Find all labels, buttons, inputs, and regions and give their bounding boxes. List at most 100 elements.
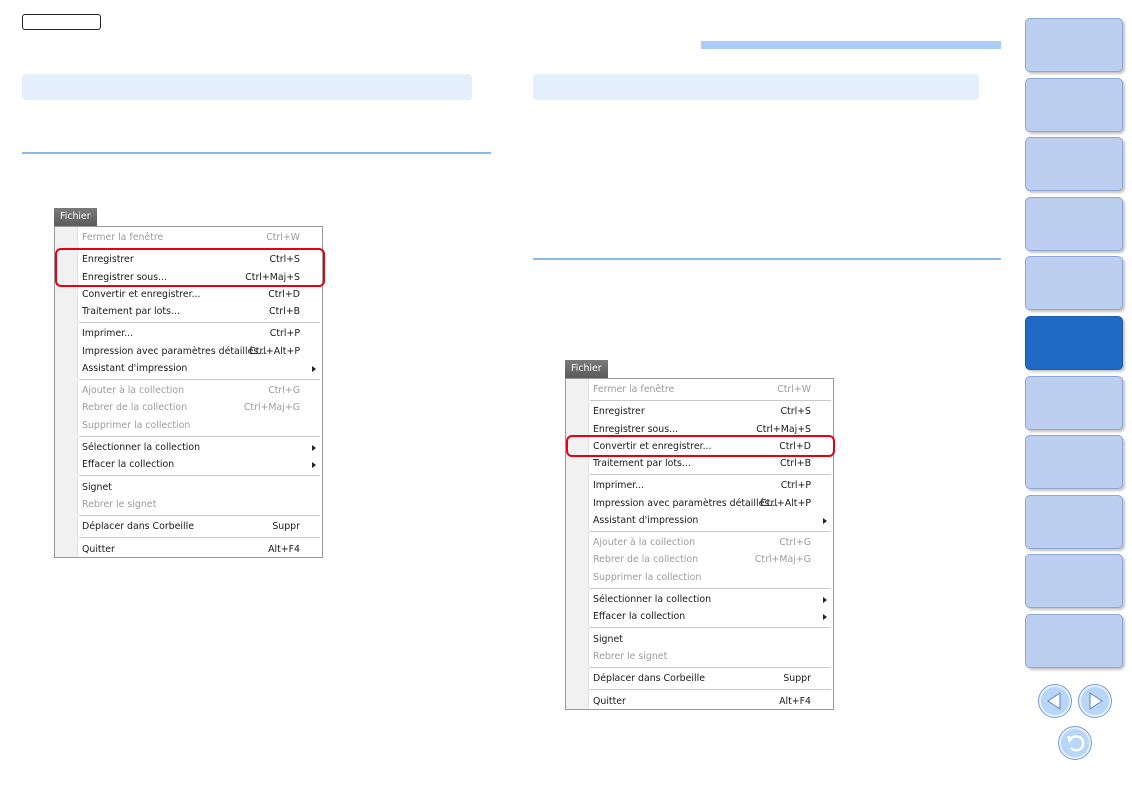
menu-item-label: Rebrer de la collection [82,402,188,414]
side-tab[interactable] [1025,137,1123,192]
section-header-left [22,74,472,100]
menu-item[interactable]: Imprimer... Ctrl+P [566,477,833,494]
menu-separator [590,587,831,589]
submenu-arrow-icon [312,462,316,469]
divider-left [22,152,491,154]
menu-item-label: Supprimer la collection [593,571,702,583]
menu-item-label: Déplacer dans Corbeille [593,673,705,685]
menu-item[interactable]: Signet [55,479,322,496]
menu-item-shortcut: Ctrl+P [780,480,811,492]
menu-item[interactable]: Assistant d'impression [55,360,322,377]
side-tab[interactable] [1025,316,1123,370]
menu-separator [79,322,320,324]
menu-item-label: Supprimer la collection [82,419,191,431]
menu-item[interactable]: Ajouter à la collection Ctrl+G [55,382,322,399]
side-tab[interactable] [1025,614,1123,668]
menu-item-shortcut: Ctrl+Alt+P [760,497,811,509]
menu-item-shortcut: Ctrl+P [269,328,300,340]
menu-item-shortcut: Alt+F4 [779,695,811,707]
menu-item-label: Quitter [593,695,626,707]
menu-separator [590,627,831,629]
menu-item-shortcut: Suppr [783,673,811,685]
top-label-box [22,14,101,30]
side-tab[interactable] [1025,256,1123,311]
side-tab[interactable] [1025,375,1123,430]
menu-item-label: Signet [593,633,623,645]
menu-item[interactable]: Convertir et enregistrer... Ctrl+D [55,286,322,303]
return-button[interactable] [1058,726,1092,760]
menu-item-label: Imprimer... [82,328,134,340]
menu-item-shortcut: Ctrl+B [780,458,811,469]
menu-item[interactable]: Signet [566,631,833,648]
menu-title-fichier[interactable]: Fichier [54,208,97,226]
menu-item-label: Impression avec paramètres détaillés... [82,345,268,357]
menu-item[interactable]: Quitter Alt+F4 [566,693,833,710]
menu-item-shortcut: Ctrl+G [268,385,300,397]
menu-item-label: Rebrer le signet [593,650,668,662]
side-tab[interactable] [1025,494,1123,549]
side-tab[interactable] [1025,435,1123,490]
menu-panel: Fermer la fenêtre Ctrl+W Enregistrer Ctrl+S… [565,378,834,710]
side-tab[interactable] [1025,196,1123,251]
menu-item[interactable]: Supprimer la collection [566,569,833,586]
menu-item[interactable]: Fermer la fenêtre Ctrl+W [55,229,322,246]
menu-item-label: Rebrer de la collection [593,554,699,566]
menu-separator [590,531,831,532]
menu-separator [79,537,320,539]
menu-item[interactable]: Déplacer dans Corbeille Suppr [55,518,322,535]
menu-item[interactable]: Fermer la fenêtre Ctrl+W [566,381,833,398]
menu-item[interactable]: Rebrer le signet [566,648,833,665]
menu-separator [590,689,831,691]
menu-item[interactable]: Effacer la collection [55,456,322,473]
highlight-save-items [55,248,325,287]
side-tab[interactable] [1025,77,1123,132]
menu-separator [79,515,320,516]
menu-item-label: Signet [82,481,112,493]
menu-item[interactable]: Ajouter à la collection Ctrl+G [566,534,833,551]
prev-page-button[interactable] [1038,684,1072,718]
menu-item[interactable]: Imprimer... Ctrl+P [55,325,322,342]
menu-item[interactable]: Impression avec paramètres détaillés... C… [55,343,322,360]
menu-item[interactable]: Quitter Alt+F4 [55,541,322,558]
top-accent-bar [701,41,1001,49]
menu-item-shortcut: Ctrl+B [269,306,300,317]
menu-item-label: Traitement par lots... [82,306,180,317]
next-page-button[interactable] [1078,684,1112,718]
menu-item-label: Fermer la fenêtre [593,384,675,395]
menu-item-shortcut: Ctrl+D [268,288,300,300]
menu-item-shortcut: Alt+F4 [268,543,300,555]
menu-item-label: Sélectionner la collection [82,442,201,453]
menu-item-label: Sélectionner la collection [593,594,712,605]
submenu-arrow-icon [823,597,827,603]
menu-item[interactable]: Rebrer le signet [55,496,322,513]
menu-item[interactable]: Effacer la collection [566,608,833,625]
menu-item[interactable]: Supprimer la collection [55,417,322,434]
side-tab[interactable] [1025,554,1123,609]
menu-item-shortcut: Suppr [272,521,300,533]
menu-item-label: Ajouter à la collection [593,537,696,549]
divider-right [533,258,1001,260]
menu-item[interactable]: Impression avec paramètres détaillés... C… [566,495,833,512]
menu-item[interactable]: Sélectionner la collection [566,591,833,608]
menu-item-shortcut: Ctrl+Alt+P [249,345,300,357]
menu-item-label: Effacer la collection [82,459,175,471]
submenu-arrow-icon [312,445,316,451]
menu-item-label: Fermer la fenêtre [82,232,164,243]
menu-item-shortcut: Ctrl+S [780,406,812,418]
menu-item-shortcut: Ctrl+Maj+G [754,554,811,566]
menu-title-fichier[interactable]: Fichier [565,360,608,378]
menu-item-shortcut: Ctrl+Maj+G [243,402,300,414]
menu-item[interactable]: Rebrer de la collection Ctrl+Maj+G [566,551,833,568]
menu-item[interactable]: Traitement par lots... Ctrl+B [55,303,322,320]
menu-separator [590,667,831,668]
menu-item[interactable]: Rebrer de la collection Ctrl+Maj+G [55,399,322,416]
side-tab[interactable] [1025,18,1123,72]
menu-item[interactable]: Sélectionner la collection [55,439,322,456]
menu-item[interactable]: Traitement par lots... Ctrl+B [566,455,833,472]
highlight-convert-item [566,435,835,457]
menu-item-shortcut: Ctrl+G [779,537,811,549]
menu-item-label: Imprimer... [593,480,645,492]
menu-item[interactable]: Enregistrer Ctrl+S [566,403,833,420]
menu-item[interactable]: Assistant d'impression [566,512,833,529]
menu-item[interactable]: Déplacer dans Corbeille Suppr [566,670,833,687]
